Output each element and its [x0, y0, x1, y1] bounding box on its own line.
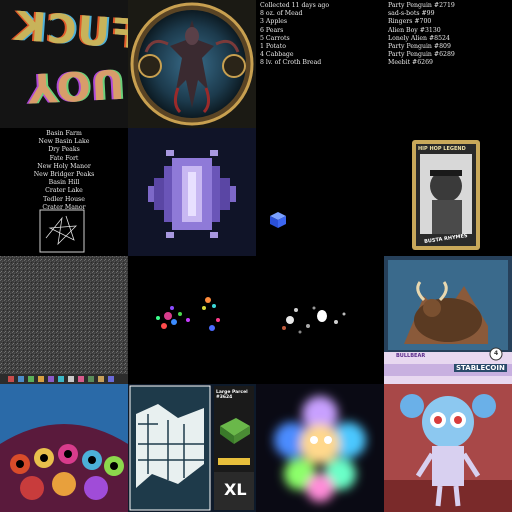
nft-tile-harvest-list[interactable]: Collected 11 days ago 8 oz. of Mead 3 Ap… [256, 0, 384, 128]
list-item: sad-s-bots #99 [388, 10, 435, 18]
list-item: New Basin Lake [38, 138, 90, 146]
harvest-items: 8 oz. of Mead 3 Apples 6 Pears 5 Carrots… [260, 10, 380, 67]
nft-tile-demon-medallion[interactable] [128, 0, 256, 128]
nft-tile-pixel-ship[interactable] [128, 128, 256, 256]
glow-creature-art [274, 396, 366, 502]
nft-tile-parcel-map[interactable]: Large Parcel #3624 XL [128, 384, 256, 512]
list-item: Dry Peaks [48, 146, 80, 154]
list-item: Party Penguin #6289 [388, 51, 455, 59]
nft-gallery-grid: FUCK YOU Collected 11 days ago 8 oz. of … [0, 0, 512, 512]
nft-tile-psychedelic-crowd[interactable] [0, 384, 128, 512]
list-item: Ringers #700 [388, 18, 432, 26]
list-item: 4 Cabbage [260, 51, 294, 59]
list-item: 1 Potato [260, 43, 286, 51]
list-item: Tedler House [43, 195, 85, 203]
nft-tile-fuck-you[interactable]: FUCK YOU [0, 0, 128, 128]
list-item: Basin Farm [46, 130, 82, 137]
parcel-size: XL [224, 480, 247, 499]
list-item: 3 Apples [260, 18, 288, 26]
list-item: 8 oz. of Mead [260, 10, 303, 18]
places-items: Basin Farm New Basin Lake Dry Peaks Fate… [4, 130, 124, 212]
nft-word-top: FUCK [12, 3, 128, 59]
parcel-title: Large Parcel #3624 [216, 390, 248, 400]
list-item: New Bridger Peaks [33, 171, 95, 179]
card-title: HIP HOP LEGEND [418, 146, 466, 152]
list-item: Meebit #6269 [388, 59, 433, 67]
list-item: Party Penguin #809 [388, 43, 451, 51]
nft-tile-places-list[interactable]: Basin Farm New Basin Lake Dry Peaks Fate… [0, 128, 128, 256]
list-item: 6 Pears [260, 26, 284, 34]
list-item: New Holy Manor [37, 162, 91, 170]
psychedelic-crowd-art [0, 384, 128, 512]
nft-word-bottom: YOU [26, 59, 127, 111]
list-item: Party Penguin #2719 [388, 2, 455, 9]
color-particles-art [156, 297, 220, 331]
nft-tile-color-particles[interactable] [128, 256, 256, 384]
gray-noise-art [0, 256, 128, 384]
nft-tile-red-creature[interactable] [384, 384, 512, 512]
list-item: Fate Fort [49, 154, 79, 162]
nft-tile-collection-list[interactable]: Party Penguin #2719 sad-s-bots #99 Ringe… [384, 0, 512, 128]
nft-tile-glow-creature[interactable] [256, 384, 384, 512]
card-number: 4 [494, 350, 499, 357]
list-item: Crater Lake [45, 187, 83, 195]
list-item: Crater Manor [42, 203, 86, 211]
list-item: 5 Carrots [260, 34, 290, 42]
list-item: Lonely Alien #8524 [388, 34, 450, 42]
pixel-ship-art [148, 150, 236, 238]
nft-tile-white-particles[interactable] [256, 256, 384, 384]
harvest-header: Collected 11 days ago [260, 2, 330, 9]
blue-cube-art [270, 212, 286, 228]
list-item: 8 lv. of Croth Bread [260, 59, 322, 67]
card-subtitle: STABLECOIN [454, 364, 507, 372]
list-item: Basin Hill [48, 179, 80, 187]
nft-tile-blue-cube[interactable] [256, 128, 384, 256]
nft-tile-bullbear-card[interactable]: BULLBEAR STABLECOIN 4 [384, 256, 512, 384]
card-name: BULLBEAR [396, 353, 426, 359]
nft-tile-hiphop-card[interactable]: HIP HOP LEGEND BUSTA RHYMES [384, 128, 512, 256]
nft-tile-gray-noise[interactable] [0, 256, 128, 384]
demon-medallion-art [130, 2, 254, 126]
list-item: Alien Boy #3130 [388, 26, 441, 34]
red-creature-art [384, 384, 512, 512]
white-particles-art [282, 306, 346, 334]
collection-items: Party Penguin #2719 sad-s-bots #99 Ringe… [388, 2, 508, 68]
